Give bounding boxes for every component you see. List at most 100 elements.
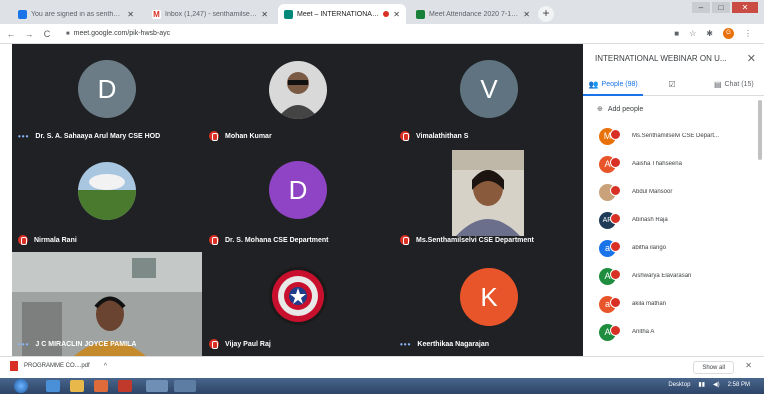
participant-tile[interactable]: ••• J C MIRACLIN JOYCE PAMILA: [12, 252, 202, 356]
start-button[interactable]: [14, 379, 28, 393]
list-item[interactable]: Abdul Mansoor: [599, 180, 759, 204]
participant-tile[interactable]: Ms.Senthamilselvi CSE Department: [394, 148, 584, 252]
close-panel-icon[interactable]: ✕: [747, 52, 756, 65]
people-panel: INTERNATIONAL WEBINAR ON U... ✕ 👥 People …: [583, 44, 764, 356]
profile-avatar[interactable]: G: [723, 28, 734, 39]
browser-tab[interactable]: M Inbox (1,247) - senthamilselvi.cse... …: [146, 4, 274, 24]
gmail-icon: M: [152, 9, 161, 19]
close-window-icon[interactable]: ✕: [732, 2, 758, 13]
menu-icon[interactable]: ⋮: [744, 29, 752, 38]
profile-photo: [269, 61, 327, 119]
mic-off-icon: [610, 129, 621, 140]
add-person-icon: ⊕: [597, 106, 603, 113]
mic-off-icon: [610, 269, 621, 280]
new-tab-button[interactable]: +: [538, 6, 554, 22]
list-item[interactable]: A Aaisha Thahseena: [599, 152, 759, 176]
meet-icon: [284, 9, 293, 19]
participant-tile[interactable]: D Dr. S. Mohana CSE Department: [203, 148, 393, 252]
tab-favicon-icon: [18, 9, 27, 19]
url-text: meet.google.com/pik-hwsb-ayc: [73, 30, 171, 37]
checkbox-icon: ☑: [668, 80, 676, 89]
taskbar-app-icon[interactable]: [174, 380, 196, 392]
more-options-icon[interactable]: •••: [18, 340, 29, 349]
tab-checklist[interactable]: ☑: [643, 74, 703, 95]
participant-name: Ms.Senthamilselvi CSE Depart...: [632, 133, 720, 139]
app-icon[interactable]: [118, 380, 132, 392]
participant-tile[interactable]: Nirmala Rani: [12, 148, 202, 252]
clock[interactable]: 2:58 PM: [728, 382, 750, 388]
tab-people[interactable]: 👥 People (98): [583, 74, 644, 96]
participant-tile[interactable]: Vijay Paul Raj: [203, 252, 393, 356]
extension-icon[interactable]: ✱: [706, 29, 713, 38]
browser-tab-active[interactable]: Meet – INTERNATIONAL W... ✕: [278, 4, 406, 24]
close-tab-icon[interactable]: ✕: [523, 10, 530, 19]
chrome-taskbar-icon[interactable]: [146, 380, 168, 392]
participant-tile[interactable]: K ••• Keerthikaa Nagarajan: [394, 252, 584, 356]
browser-tab[interactable]: Meet Attendance 2020 7-15 (in... ✕: [410, 4, 536, 24]
network-icon[interactable]: ▮▮: [698, 381, 705, 388]
toolbar-icons: ■ ☆ ✱ G ⋮: [674, 28, 752, 39]
media-player-icon[interactable]: [94, 380, 108, 392]
more-options-icon[interactable]: •••: [18, 132, 29, 141]
download-item[interactable]: PROGRAMME CO....pdf ^: [10, 361, 107, 371]
list-item[interactable]: A Anitha A: [599, 320, 759, 344]
participant-name: Vimalathithan S: [416, 132, 469, 140]
participant-tile[interactable]: D ••• Dr. S. A. Sahaaya Arul Mary CSE HOD: [12, 44, 202, 148]
list-item[interactable]: AR Abinash Raja: [599, 208, 759, 232]
more-options-icon[interactable]: •••: [400, 340, 411, 349]
list-item[interactable]: A Aishwarya Elavarasan: [599, 264, 759, 288]
avatar: K: [460, 267, 518, 326]
participant-tile[interactable]: Mohan Kumar: [203, 44, 393, 148]
chat-icon: ▤: [713, 80, 722, 89]
mic-off-icon: [209, 339, 219, 349]
tab-chat[interactable]: ▤ Chat (15): [704, 74, 764, 95]
scrollbar[interactable]: [758, 100, 762, 160]
close-tab-icon[interactable]: ✕: [261, 10, 268, 19]
mic-off-icon: [610, 297, 621, 308]
recording-icon: [383, 11, 390, 17]
list-item[interactable]: a akila mathan: [599, 292, 759, 316]
close-tab-icon[interactable]: ✕: [127, 10, 134, 19]
maximize-icon[interactable]: □: [712, 2, 730, 13]
lock-icon: ■: [66, 30, 70, 37]
volume-icon[interactable]: ◀): [713, 381, 720, 388]
folder-icon[interactable]: [70, 380, 84, 392]
participant-tile[interactable]: V Vimalathithan S: [394, 44, 584, 148]
system-tray: Desktop ▮▮ ◀) 2:58 PM: [668, 381, 750, 389]
back-icon[interactable]: ←: [4, 29, 18, 39]
minimize-icon[interactable]: –: [692, 2, 710, 13]
tab-title: You are signed in as senthamilse...: [31, 10, 123, 18]
window-controls: – □ ✕: [692, 2, 758, 13]
participant-name: Nirmala Rani: [34, 236, 77, 244]
mic-off-icon: [209, 131, 219, 141]
forward-icon[interactable]: →: [22, 29, 36, 39]
sheets-icon: [416, 9, 425, 19]
close-download-bar-icon[interactable]: ✕: [745, 361, 752, 370]
browser-tab-strip: You are signed in as senthamilse... ✕ M …: [0, 0, 764, 24]
windows-taskbar: Desktop ▮▮ ◀) 2:58 PM: [0, 378, 764, 394]
participant-name: Vijay Paul Raj: [225, 340, 271, 348]
browser-tab[interactable]: You are signed in as senthamilse... ✕: [12, 4, 140, 24]
list-item[interactable]: a abitha ilango: [599, 236, 759, 260]
mic-off-icon: [610, 157, 621, 168]
add-people-label: Add people: [607, 105, 644, 113]
list-item[interactable]: M Ms.Senthamilselvi CSE Depart...: [599, 124, 759, 148]
star-icon[interactable]: ☆: [689, 29, 696, 38]
address-bar[interactable]: ■ meet.google.com/pik-hwsb-ayc: [62, 26, 622, 41]
participant-name: Mohan Kumar: [225, 132, 272, 140]
close-tab-icon[interactable]: ✕: [393, 10, 400, 19]
chevron-up-icon[interactable]: ^: [104, 363, 107, 370]
download-filename: PROGRAMME CO....pdf: [24, 363, 90, 369]
panel-tabs: 👥 People (98) ☑ ▤ Chat (15): [583, 74, 764, 96]
participant-name: Keerthikaa Nagarajan: [417, 341, 489, 348]
reload-icon[interactable]: C: [40, 29, 54, 39]
mic-off-icon: [400, 235, 410, 245]
participant-name: Aaisha Thahseena: [632, 161, 682, 167]
desktop-label[interactable]: Desktop: [668, 382, 690, 388]
show-all-button[interactable]: Show all: [693, 361, 734, 374]
camera-icon[interactable]: ■: [674, 29, 679, 38]
participant-grid: D ••• Dr. S. A. Sahaaya Arul Mary CSE HOD…: [12, 44, 583, 356]
ie-icon[interactable]: [46, 380, 60, 392]
tab-title: Meet – INTERNATIONAL W...: [297, 10, 380, 18]
add-people-button[interactable]: ⊕ Add people: [597, 105, 644, 114]
